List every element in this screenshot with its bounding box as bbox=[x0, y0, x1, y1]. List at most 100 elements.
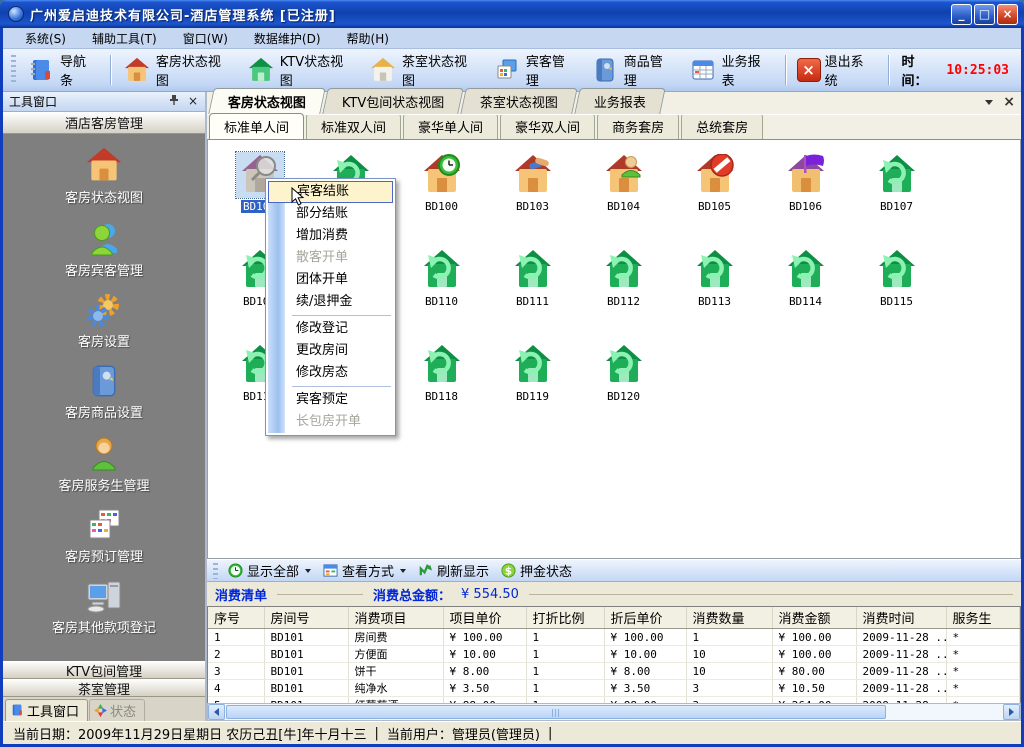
column-header-6[interactable]: 消费数量 bbox=[686, 607, 772, 629]
tab-ktv-status-view[interactable]: KTV包间状态视图 bbox=[322, 88, 464, 114]
show-all-button[interactable]: 显示全部 bbox=[222, 560, 317, 581]
context-menu-item[interactable]: 增加消费 bbox=[268, 225, 393, 247]
room-BD118[interactable]: BD118 bbox=[396, 338, 487, 433]
horizontal-scrollbar[interactable] bbox=[207, 703, 1021, 721]
context-menu-item[interactable]: 部分结账 bbox=[268, 203, 393, 225]
guest-mgmt-button[interactable]: 宾客管理 bbox=[486, 48, 584, 92]
green-house-icon bbox=[246, 55, 276, 85]
room-BD105[interactable]: BD105 bbox=[669, 148, 760, 243]
toolbar-gripper[interactable] bbox=[11, 55, 16, 85]
pin-icon[interactable] bbox=[169, 94, 185, 109]
context-menu-item[interactable]: 团体开单 bbox=[268, 269, 393, 291]
table-row[interactable]: 3BD101饼干¥ 8.001¥ 8.0010¥ 80.002009-11-28… bbox=[208, 663, 1020, 680]
tab-list-dropdown-icon[interactable] bbox=[985, 100, 993, 105]
context-menu-item[interactable]: 修改登记 bbox=[268, 318, 393, 340]
room-BD114[interactable]: BD114 bbox=[760, 243, 851, 338]
column-header-3[interactable]: 项目单价 bbox=[443, 607, 526, 629]
toolbar-gripper[interactable] bbox=[213, 563, 218, 579]
column-header-8[interactable]: 消费时间 bbox=[856, 607, 946, 629]
context-menu-item[interactable]: 宾客预定 bbox=[268, 389, 393, 411]
column-header-5[interactable]: 折后单价 bbox=[604, 607, 686, 629]
sidebar-item-room-goods[interactable]: 客房商品设置 bbox=[65, 363, 143, 421]
notebook-icon bbox=[10, 703, 24, 717]
view-mode-button[interactable]: 查看方式 bbox=[317, 560, 412, 581]
cell-qty: 1 bbox=[686, 629, 772, 646]
room-label: BD105 bbox=[696, 200, 733, 213]
minimize-button[interactable]: _ bbox=[951, 4, 972, 25]
sidebar-item-room-status[interactable]: 客房状态视图 bbox=[65, 146, 143, 206]
table-row[interactable]: 1BD101房间费¥ 100.001¥ 100.001¥ 100.002009-… bbox=[208, 629, 1020, 646]
room-BD112[interactable]: BD112 bbox=[578, 243, 669, 338]
exit-button[interactable]: × 退出系统 bbox=[791, 48, 883, 92]
tab-business-suite[interactable]: 商务套房 bbox=[597, 113, 679, 139]
maximize-button[interactable]: □ bbox=[974, 4, 995, 25]
menu-aux-tools[interactable]: 辅助工具(T) bbox=[80, 28, 169, 49]
tab-status[interactable]: 状态 bbox=[89, 699, 145, 721]
refresh-button[interactable]: 刷新显示 bbox=[412, 560, 495, 581]
context-menu-item[interactable]: 修改房态 bbox=[268, 362, 393, 384]
column-header-7[interactable]: 消费金额 bbox=[772, 607, 856, 629]
scroll-right-arrow[interactable] bbox=[1003, 704, 1020, 720]
room-BD110[interactable]: BD110 bbox=[396, 243, 487, 338]
tool-window-close-icon[interactable]: × bbox=[185, 94, 201, 109]
room-BD100[interactable]: BD100 bbox=[396, 148, 487, 243]
menu-window[interactable]: 窗口(W) bbox=[171, 28, 240, 49]
consumption-title: 消费清单 bbox=[215, 585, 267, 604]
tab-biz-report[interactable]: 业务报表 bbox=[575, 88, 667, 114]
tab-room-status-view[interactable]: 客房状态视图 bbox=[208, 88, 326, 114]
room-BD119[interactable]: BD119 bbox=[487, 338, 578, 433]
cell-no: 4 bbox=[208, 680, 264, 697]
room-label: BD107 bbox=[878, 200, 915, 213]
tab-standard-single[interactable]: 标准单人间 bbox=[209, 113, 304, 139]
room-BD103[interactable]: BD103 bbox=[487, 148, 578, 243]
room-BD107[interactable]: BD107 bbox=[851, 148, 942, 243]
ktv-status-button[interactable]: KTV状态视图 bbox=[240, 48, 362, 92]
column-header-0[interactable]: 序号 bbox=[208, 607, 264, 629]
room-status-button[interactable]: 客房状态视图 bbox=[116, 48, 240, 92]
room-house-icon bbox=[873, 247, 921, 293]
room-BD115[interactable]: BD115 bbox=[851, 243, 942, 338]
scrollbar-thumb[interactable] bbox=[226, 705, 886, 719]
table-row[interactable]: 4BD101纯净水¥ 3.501¥ 3.503¥ 10.502009-11-28… bbox=[208, 680, 1020, 697]
column-header-4[interactable]: 打折比例 bbox=[526, 607, 604, 629]
menu-system[interactable]: 系统(S) bbox=[13, 28, 78, 49]
table-row[interactable]: 2BD101方便面¥ 10.001¥ 10.0010¥ 100.002009-1… bbox=[208, 646, 1020, 663]
tab-tool-window[interactable]: 工具窗口 bbox=[5, 699, 88, 721]
section-tea-mgmt[interactable]: 茶室管理 bbox=[3, 679, 205, 697]
sidebar-item-booking-mgmt[interactable]: 客房预订管理 bbox=[65, 507, 143, 565]
menu-help[interactable]: 帮助(H) bbox=[335, 28, 401, 49]
column-header-2[interactable]: 消费项目 bbox=[348, 607, 443, 629]
column-header-9[interactable]: 服务生 bbox=[946, 607, 1020, 629]
goods-mgmt-button[interactable]: 商品管理 bbox=[584, 48, 682, 92]
sidebar-item-other-charges[interactable]: 客房其他款项登记 bbox=[52, 578, 156, 636]
tab-standard-double[interactable]: 标准双人间 bbox=[306, 113, 401, 139]
room-BD104[interactable]: BD104 bbox=[578, 148, 669, 243]
deposit-status-button[interactable]: $ 押金状态 bbox=[495, 560, 578, 581]
mouse-cursor-icon bbox=[291, 187, 307, 207]
room-BD106[interactable]: BD106 bbox=[760, 148, 851, 243]
tab-tea-status-view[interactable]: 茶室状态视图 bbox=[461, 88, 579, 114]
biz-report-button[interactable]: 业务报表 bbox=[682, 48, 780, 92]
context-menu-item[interactable]: 宾客结账 bbox=[268, 181, 393, 203]
tea-status-button[interactable]: 茶室状态视图 bbox=[362, 48, 486, 92]
tab-president-suite[interactable]: 总统套房 bbox=[681, 113, 763, 139]
context-menu-item[interactable]: 更改房间 bbox=[268, 340, 393, 362]
menu-data-maintenance[interactable]: 数据维护(D) bbox=[242, 28, 333, 49]
tab-close-icon[interactable]: × bbox=[1003, 96, 1015, 108]
tab-deluxe-double[interactable]: 豪华双人间 bbox=[500, 113, 595, 139]
room-BD120[interactable]: BD120 bbox=[578, 338, 669, 433]
sidebar-item-room-settings[interactable]: 客房设置 bbox=[78, 292, 130, 350]
section-ktv-mgmt[interactable]: KTV包间管理 bbox=[3, 661, 205, 679]
room-BD111[interactable]: BD111 bbox=[487, 243, 578, 338]
scroll-left-arrow[interactable] bbox=[208, 704, 225, 720]
column-header-1[interactable]: 房间号 bbox=[264, 607, 348, 629]
section-hotel-room-mgmt[interactable]: 酒店客房管理 bbox=[3, 112, 205, 134]
red-house-icon bbox=[83, 146, 125, 184]
close-button[interactable]: × bbox=[997, 4, 1018, 25]
context-menu-item[interactable]: 续/退押金 bbox=[268, 291, 393, 313]
tab-deluxe-single[interactable]: 豪华单人间 bbox=[403, 113, 498, 139]
navbar-button[interactable]: 导航条 bbox=[20, 48, 105, 92]
sidebar-item-waiter-mgmt[interactable]: 客房服务生管理 bbox=[58, 434, 149, 494]
room-BD113[interactable]: BD113 bbox=[669, 243, 760, 338]
sidebar-item-guest-mgmt[interactable]: 客房宾客管理 bbox=[65, 219, 143, 279]
